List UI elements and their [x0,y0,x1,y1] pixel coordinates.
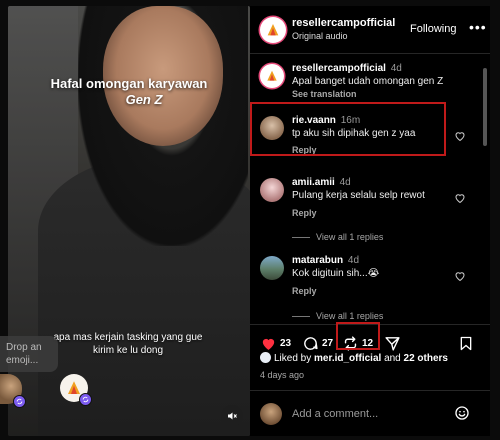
heart-icon[interactable] [454,130,466,142]
mute-button[interactable] [221,405,243,427]
scrollbar-thumb[interactable] [483,68,487,146]
comment-author[interactable]: matarabun 4d [292,255,359,266]
heart-icon[interactable] [454,270,466,282]
comment-item: matarabun 4d Kok digituin sih...😭 Reply … [250,252,482,322]
video-subtitle-line1: apa mas kerjain tasking yang gue [53,332,203,343]
comment-avatar[interactable] [260,64,284,88]
repost-badge-icon [79,393,92,406]
speaker-muted-icon [228,412,237,420]
comment-time: 4d [339,177,351,188]
share-button[interactable] [384,335,401,352]
post-header: resellercampofficial Original audio Foll… [250,6,490,54]
following-button[interactable]: Following [410,23,456,35]
liker-username[interactable]: mer.id_official [314,353,381,364]
bookmark-icon [460,336,472,351]
more-options-button[interactable]: ••• [469,19,487,35]
video-subtitle-line2: kirim ke lu dong [92,345,164,356]
like-button[interactable]: 23 [260,335,291,352]
account-username[interactable]: resellercampofficial [292,17,395,29]
heart-icon[interactable] [454,192,466,204]
comment-text: Kok digituin sih...😭 [292,268,380,279]
comment-author[interactable]: resellercampofficial 4d [292,63,402,74]
see-translation-link[interactable]: See translation [292,89,357,99]
likes-others-link[interactable]: 22 others [404,353,448,364]
highlight-box [250,102,446,156]
audio-link[interactable]: Original audio [292,31,348,41]
comment-bubble-icon [304,337,318,350]
comment-button[interactable]: 27 [302,335,333,352]
post-timestamp: 4 days ago [260,370,305,380]
video-caption-line2: Gen Z [125,92,163,107]
caption-comment: resellercampofficial 4d Apal banget udah… [250,60,482,104]
reseller-camp-logo-icon [267,24,279,36]
heart-filled-icon [262,338,275,350]
likes-count: 23 [280,338,292,349]
send-icon [385,337,400,351]
comment-avatar[interactable] [260,178,284,202]
comment-author[interactable]: amii.amii 4d [292,177,351,188]
comment-time: 4d [347,255,360,266]
comment-text: Pulang kerja selalu selp rewot [292,190,425,201]
comment-composer: Add a comment... [250,390,490,436]
viewer-avatar[interactable] [0,374,26,408]
emoji-icon[interactable] [454,405,470,421]
liker-avatar[interactable] [260,352,271,363]
highlight-box [336,322,380,350]
comments-count: 27 [322,338,334,349]
add-comment-input[interactable]: Add a comment... [292,408,378,420]
comments-panel: resellercampofficial Original audio Foll… [250,6,490,436]
drop-emoji-bubble[interactable]: Drop an emoji... [0,336,58,372]
account-avatar[interactable] [260,17,286,43]
video-caption-line1: Hafal omongan karyawan [50,76,208,91]
view-replies-link[interactable]: View all 1 replies [292,311,383,321]
view-replies-link[interactable]: View all 1 replies [292,232,383,242]
reseller-camp-logo-icon [267,70,277,81]
divider [292,316,310,318]
liked-by-text: Liked by mer.id_official and 22 others [260,352,448,364]
creator-avatar[interactable] [60,374,92,406]
current-user-avatar [260,403,282,425]
reply-button[interactable]: Reply [292,286,317,296]
reply-button[interactable]: Reply [292,208,317,218]
divider [292,237,310,239]
comments-scrollbar[interactable] [482,56,488,322]
comment-avatar[interactable] [260,256,284,280]
comment-text: Apal banget udah omongan gen Z [292,76,444,87]
save-button[interactable] [458,335,474,352]
repost-badge-icon [13,395,26,408]
comment-item: amii.amii 4d Pulang kerja selalu selp re… [250,174,482,242]
comment-time: 4d [390,63,402,74]
